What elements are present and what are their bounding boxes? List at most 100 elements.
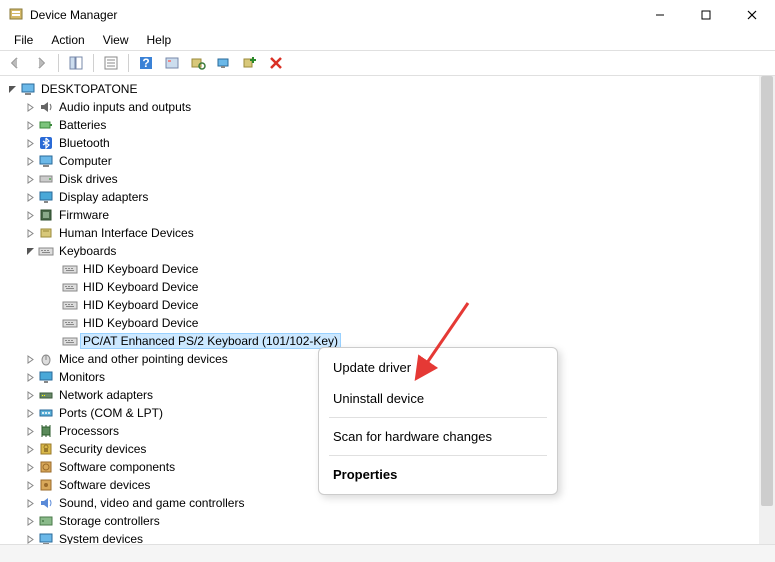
add-hardware-button[interactable] [239,52,261,74]
update-driver-button[interactable] [213,52,235,74]
tree-item-label: Computer [59,154,112,168]
svg-text:?: ? [142,56,149,70]
menu-file[interactable]: File [6,31,41,49]
tree-category[interactable]: Storage controllers [0,512,775,530]
properties-button[interactable] [100,52,122,74]
context-properties[interactable]: Properties [319,459,557,490]
tree-category[interactable]: Bluetooth [0,134,775,152]
minimize-button[interactable] [637,0,683,30]
expand-icon[interactable] [24,227,36,239]
tree-item-label: Disk drives [59,172,118,186]
tree-category[interactable]: Sound, video and game controllers [0,494,775,512]
tree-category[interactable]: Batteries [0,116,775,134]
tree-device[interactable]: HID Keyboard Device [0,296,775,314]
collapse-icon[interactable] [24,245,36,257]
expand-icon[interactable] [24,479,36,491]
expand-icon[interactable] [24,155,36,167]
scan-hardware-button[interactable] [187,52,209,74]
expand-icon[interactable] [24,119,36,131]
expand-icon[interactable] [24,353,36,365]
tree-item-label: HID Keyboard Device [83,262,198,276]
show-hide-tree-button[interactable] [65,52,87,74]
context-update-driver[interactable]: Update driver [319,352,557,383]
tree-item-label: Bluetooth [59,136,110,150]
tree-item-label: Mice and other pointing devices [59,352,228,366]
tree-device[interactable]: HID Keyboard Device [0,260,775,278]
scrollbar[interactable] [759,76,775,544]
swdev-icon [38,477,54,493]
tree-item-label: PC/AT Enhanced PS/2 Keyboard (101/102-Ke… [80,333,341,349]
bluetooth-icon [38,135,54,151]
security-icon [38,441,54,457]
expand-icon[interactable] [24,191,36,203]
tree-item-label: Software components [59,460,175,474]
expand-icon[interactable] [24,101,36,113]
tree-item-label: Processors [59,424,119,438]
tree-root-node[interactable]: DESKTOPATONE [0,80,775,98]
tree-category[interactable]: Audio inputs and outputs [0,98,775,116]
tree-item-label: Keyboards [59,244,116,258]
toolbar-separator [128,54,129,72]
tree-device[interactable]: HID Keyboard Device [0,314,775,332]
context-separator [329,417,547,418]
display-icon [38,189,54,205]
context-uninstall-device[interactable]: Uninstall device [319,383,557,414]
tree-category[interactable]: Display adapters [0,188,775,206]
app-icon [8,7,24,23]
expand-icon[interactable] [24,515,36,527]
context-scan-hardware[interactable]: Scan for hardware changes [319,421,557,452]
maximize-button[interactable] [683,0,729,30]
expand-icon[interactable] [24,461,36,473]
system-icon [38,531,54,544]
expand-icon[interactable] [24,389,36,401]
tree-item-label: HID Keyboard Device [83,316,198,330]
tree-item-label: HID Keyboard Device [83,298,198,312]
expand-icon[interactable] [24,443,36,455]
tree-item-label: DESKTOPATONE [41,82,137,96]
tree-category[interactable]: Keyboards [0,242,775,260]
context-menu: Update driver Uninstall device Scan for … [318,347,558,495]
tree-category[interactable]: System devices [0,530,775,544]
help-button[interactable]: ? [135,52,157,74]
context-separator [329,455,547,456]
menu-view[interactable]: View [95,31,137,49]
menu-action[interactable]: Action [43,31,92,49]
toolbar-separator [93,54,94,72]
expand-icon[interactable] [24,533,36,544]
tree-item-label: Display adapters [59,190,148,204]
tree-category[interactable]: Disk drives [0,170,775,188]
battery-icon [38,117,54,133]
tree-item-label: HID Keyboard Device [83,280,198,294]
expand-icon[interactable] [24,173,36,185]
cpu-icon [38,423,54,439]
firmware-icon [38,207,54,223]
expand-icon[interactable] [24,209,36,221]
sound-icon [38,495,54,511]
keyboard-icon [62,297,78,313]
menu-help[interactable]: Help [139,31,180,49]
tree-device[interactable]: HID Keyboard Device [0,278,775,296]
toolbar-action-button[interactable] [161,52,183,74]
back-button[interactable] [4,52,26,74]
expand-icon[interactable] [24,407,36,419]
computer-icon [38,153,54,169]
close-button[interactable] [729,0,775,30]
expand-icon[interactable] [24,137,36,149]
tree-category[interactable]: Human Interface Devices [0,224,775,242]
tree-item-label: Sound, video and game controllers [59,496,244,510]
tree-category[interactable]: Firmware [0,206,775,224]
tree-item-label: Batteries [59,118,106,132]
audio-icon [38,99,54,115]
expand-icon[interactable] [24,371,36,383]
expand-icon[interactable] [24,425,36,437]
tree-item-label: Audio inputs and outputs [59,100,191,114]
uninstall-button[interactable] [265,52,287,74]
tree-item-label: Security devices [59,442,146,456]
keyboard-icon [62,279,78,295]
network-icon [38,387,54,403]
scrollbar-thumb[interactable] [761,76,773,506]
forward-button[interactable] [30,52,52,74]
tree-category[interactable]: Computer [0,152,775,170]
collapse-icon[interactable] [6,83,18,95]
expand-icon[interactable] [24,497,36,509]
